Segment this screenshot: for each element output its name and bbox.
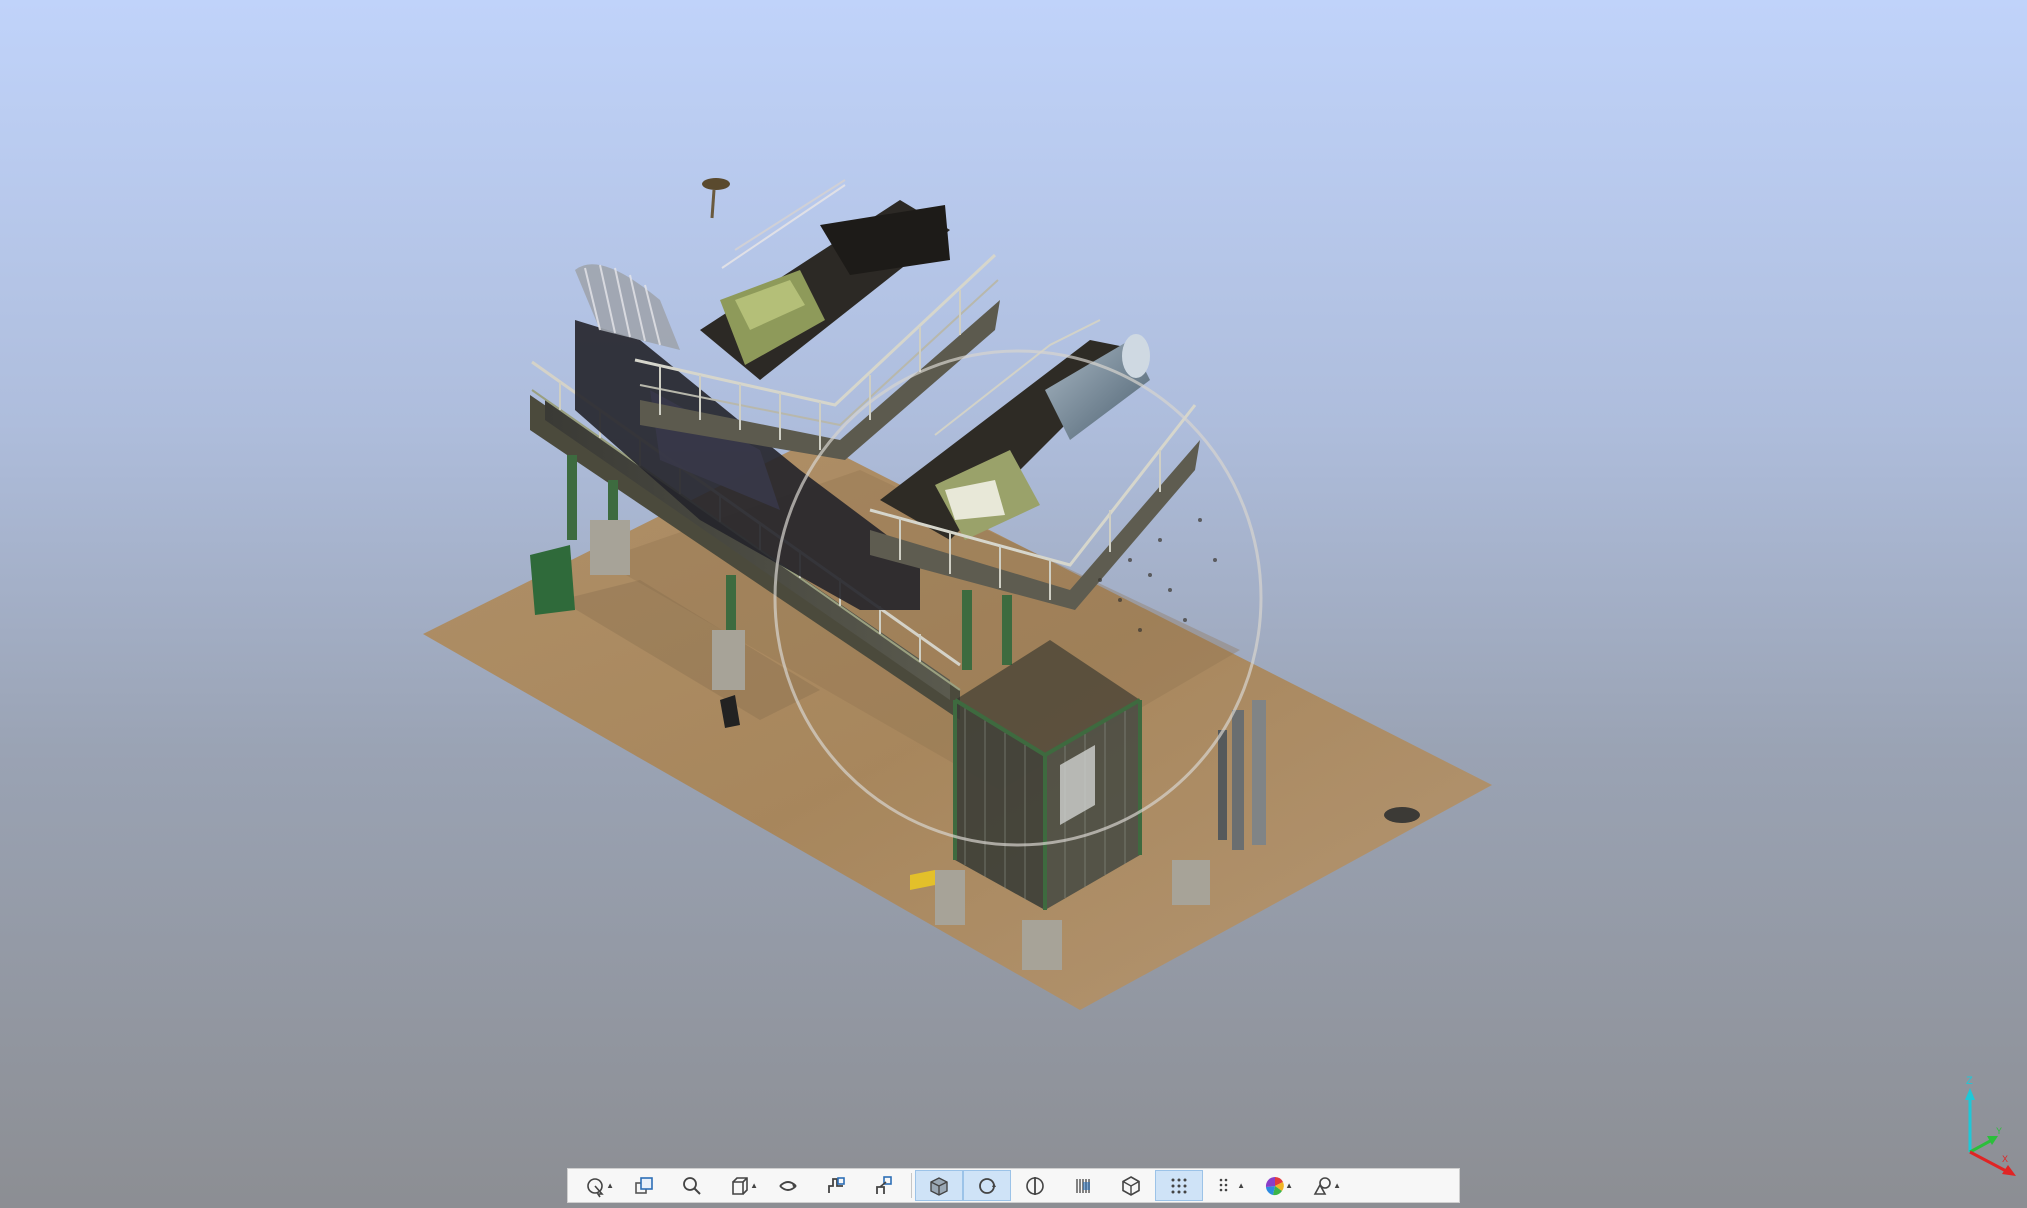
chevron-down-icon: ▲ bbox=[1333, 1181, 1341, 1190]
clipping-box-button[interactable] bbox=[1059, 1170, 1107, 1201]
shapes-icon bbox=[1313, 1176, 1331, 1195]
ceiling-lamp bbox=[702, 178, 730, 190]
axis-gizmo: Z Y X bbox=[1965, 1075, 2016, 1176]
walk-view-button[interactable] bbox=[860, 1170, 908, 1201]
z-axis-label: Z bbox=[1966, 1075, 1973, 1087]
chevron-down-icon: ▲ bbox=[606, 1181, 614, 1190]
zoom-extents-icon bbox=[635, 1176, 653, 1194]
view-cube-icon bbox=[732, 1176, 748, 1195]
color-wheel-icon bbox=[1265, 1176, 1284, 1195]
orbit-center-icon bbox=[979, 1177, 996, 1194]
orbit-cube-icon bbox=[930, 1176, 948, 1196]
pan-view-button[interactable] bbox=[812, 1170, 860, 1201]
floor-drain bbox=[1384, 807, 1420, 823]
limit-box-button[interactable] bbox=[1107, 1170, 1155, 1201]
color-mode-button[interactable]: ▲ bbox=[1251, 1170, 1299, 1201]
point-grid-icon bbox=[1171, 1178, 1187, 1193]
zoom-extents-button[interactable] bbox=[620, 1170, 668, 1201]
display-settings-button[interactable]: ▲ bbox=[1299, 1170, 1347, 1201]
cursor-icon bbox=[587, 1177, 604, 1197]
point-size-icon bbox=[1219, 1178, 1228, 1191]
chevron-down-icon: ▲ bbox=[1237, 1181, 1245, 1190]
select-tool-button[interactable]: ▲ bbox=[572, 1170, 620, 1201]
y-axis-label: Y bbox=[1996, 1126, 2002, 1136]
chevron-down-icon: ▲ bbox=[750, 1181, 758, 1190]
walk-icon bbox=[876, 1175, 892, 1194]
drum-right-cap bbox=[1122, 334, 1150, 378]
y-axis-line bbox=[1969, 1138, 1993, 1154]
point-display-button[interactable] bbox=[1155, 1170, 1203, 1201]
electrical-cabinet bbox=[530, 545, 575, 615]
clip-box-icon bbox=[1076, 1178, 1090, 1193]
bottom-toolbar: ▲ ▲ ▲ ▲ ▲ bbox=[567, 1168, 1460, 1203]
orbit-center-button[interactable] bbox=[963, 1170, 1011, 1201]
zoom-button[interactable] bbox=[668, 1170, 716, 1201]
rotate-view-button[interactable] bbox=[764, 1170, 812, 1201]
x-axis-label: X bbox=[2002, 1154, 2008, 1164]
point-size-button[interactable]: ▲ bbox=[1203, 1170, 1251, 1201]
view-cube-button[interactable]: ▲ bbox=[716, 1170, 764, 1201]
point-cloud-viewport[interactable]: ▲ ▲ ▲ ▲ ▲ Z Y X bbox=[0, 0, 2027, 1208]
point-cloud-scene[interactable] bbox=[0, 0, 2027, 1208]
section-icon bbox=[1026, 1176, 1044, 1195]
section-button[interactable] bbox=[1011, 1170, 1059, 1201]
pan-hand-icon bbox=[828, 1176, 845, 1193]
rotate-icon bbox=[779, 1180, 797, 1191]
magnifier-icon bbox=[683, 1176, 701, 1195]
chevron-down-icon: ▲ bbox=[1285, 1181, 1293, 1190]
z-axis-arrow bbox=[1965, 1088, 1975, 1100]
hexagon-box-icon bbox=[1122, 1175, 1140, 1196]
orbit-mode-button[interactable] bbox=[915, 1170, 963, 1201]
top-rail-2 bbox=[734, 179, 846, 251]
toolbar-separator bbox=[911, 1173, 912, 1198]
